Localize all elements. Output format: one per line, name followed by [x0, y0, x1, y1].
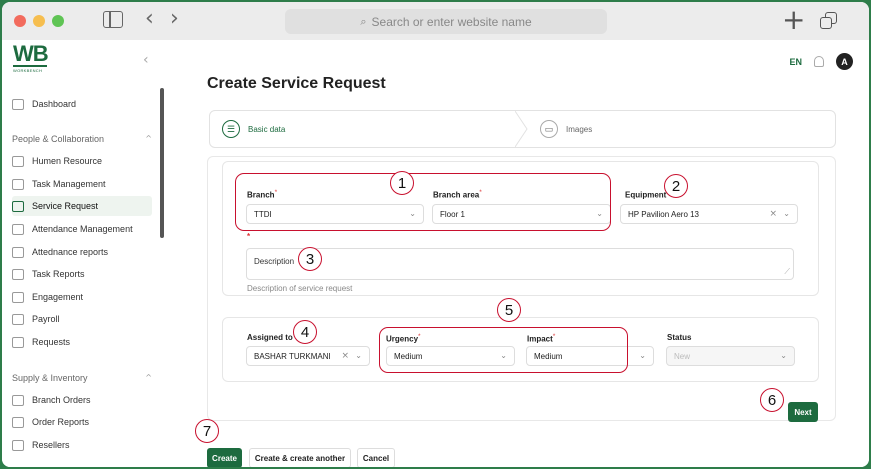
equipment-label: Equipment* — [625, 189, 669, 200]
step-separator — [515, 111, 528, 147]
edit-icon — [12, 336, 24, 348]
page-title: Create Service Request — [207, 75, 386, 92]
maximize-window-button[interactable] — [52, 15, 64, 27]
close-window-button[interactable] — [14, 15, 26, 27]
payroll-icon — [12, 313, 24, 325]
sidebar-section-supply[interactable]: Supply & Inventory ^ — [12, 373, 152, 383]
status-select: New ⌄ — [666, 346, 795, 366]
sidebar-item-requests[interactable]: Requests — [12, 332, 152, 352]
sidebar-item-task-reports[interactable]: Task Reports — [12, 264, 152, 284]
url-placeholder: Search or enter website name — [371, 14, 532, 29]
description-help: Description of service request — [247, 284, 353, 293]
browser-toolbar: ‹ › ⌕ Search or enter website name + — [2, 2, 869, 40]
assigned-to-label: Assigned to — [247, 333, 293, 342]
sidebar-item-attendance-reports[interactable]: Attednance reports — [12, 242, 152, 262]
sidebar-toggle-icon[interactable] — [103, 11, 123, 28]
annotation-marker-3: 3 — [298, 247, 322, 271]
url-bar[interactable]: ⌕ Search or enter website name — [285, 9, 607, 34]
clipboard-icon — [12, 178, 24, 190]
cancel-button[interactable]: Cancel — [357, 448, 395, 467]
sidebar-item-resellers[interactable]: Resellers — [12, 435, 152, 455]
collapse-sidebar-icon[interactable]: ‹ — [143, 52, 149, 68]
sidebar-item-task-management[interactable]: Task Management — [12, 174, 152, 194]
clear-icon[interactable]: × — [341, 351, 349, 361]
annotation-marker-5: 5 — [497, 298, 521, 322]
minimize-window-button[interactable] — [33, 15, 45, 27]
sidebar-item-engagement[interactable]: Engagement — [12, 287, 152, 307]
create-button[interactable]: Create — [207, 448, 242, 467]
assigned-to-select[interactable]: BASHAR TURKMANI × ⌄ — [246, 346, 370, 366]
description-textarea[interactable]: Description ⟋ — [246, 248, 794, 280]
store-icon — [12, 439, 24, 451]
tools-icon — [12, 200, 24, 212]
people-icon — [12, 155, 24, 167]
sidebar-item-service-request[interactable]: Service Request — [12, 196, 152, 216]
description-required-mark: * — [247, 232, 251, 241]
app-content: WB WORKBENCH ‹ EN A Dashboard People & C… — [2, 40, 869, 467]
image-icon: ▭ — [540, 120, 558, 138]
sidebar-item-payroll[interactable]: Payroll — [12, 309, 152, 329]
home-icon — [12, 98, 24, 110]
search-icon: ⌕ — [360, 14, 367, 28]
step-basic-data[interactable]: ☰ Basic data — [222, 111, 285, 147]
language-switch[interactable]: EN — [789, 57, 802, 67]
chevron-down-icon: ⌄ — [783, 209, 790, 218]
equipment-select[interactable]: HP Pavilion Aero 13 × ⌄ — [620, 204, 798, 224]
annotation-marker-6: 6 — [760, 388, 784, 412]
clock-icon — [12, 223, 24, 235]
sidebar-section-people[interactable]: People & Collaboration ^ — [12, 134, 152, 144]
clear-icon[interactable]: × — [769, 209, 777, 219]
steps-bar: ☰ Basic data ▭ Images — [209, 110, 836, 148]
status-label: Status — [667, 333, 692, 342]
header-actions: EN A — [789, 53, 853, 70]
chevron-down-icon: ⌄ — [355, 351, 362, 360]
megaphone-icon — [12, 291, 24, 303]
sidebar-item-attendance-management[interactable]: Attendance Management — [12, 219, 152, 239]
sidebar-item-order-reports[interactable]: Order Reports — [12, 412, 152, 432]
sidebar-item-branch-orders[interactable]: Branch Orders — [12, 390, 152, 410]
workbench-logo[interactable]: WB WORKBENCH — [13, 43, 53, 74]
sidebar-item-dashboard[interactable]: Dashboard — [12, 94, 152, 114]
resize-handle-icon[interactable]: ⟋ — [784, 267, 790, 277]
new-tab-icon[interactable]: + — [782, 4, 805, 36]
bag-icon — [12, 394, 24, 406]
chevron-up-icon: ^ — [145, 134, 152, 143]
sidebar-item-humen-resource[interactable]: Humen Resource — [12, 151, 152, 171]
create-and-create-another-button[interactable]: Create & create another — [249, 448, 351, 467]
annotation-box-1 — [235, 173, 611, 231]
report-icon — [12, 268, 24, 280]
chevron-up-icon: ^ — [145, 373, 152, 382]
report-icon — [12, 246, 24, 258]
annotation-marker-1: 1 — [390, 171, 414, 195]
step-images[interactable]: ▭ Images — [540, 111, 592, 147]
avatar[interactable]: A — [836, 53, 853, 70]
annotation-marker-4: 4 — [293, 320, 317, 344]
bell-icon[interactable] — [814, 56, 824, 67]
bag-icon — [12, 416, 24, 428]
annotation-box-5 — [379, 327, 628, 373]
list-icon: ☰ — [222, 120, 240, 138]
chevron-down-icon: ⌄ — [639, 351, 646, 360]
forward-icon[interactable]: › — [170, 7, 179, 31]
back-icon[interactable]: ‹ — [145, 7, 154, 31]
annotation-marker-7: 7 — [195, 419, 219, 443]
browser-window: ‹ › ⌕ Search or enter website name + WB … — [0, 0, 871, 469]
tab-overview-icon[interactable] — [820, 12, 837, 29]
sidebar-scrollbar[interactable] — [160, 88, 164, 238]
next-button[interactable]: Next — [788, 402, 818, 422]
annotation-marker-2: 2 — [664, 174, 688, 198]
sidebar: Dashboard People & Collaboration ^ Humen… — [2, 86, 162, 467]
chevron-down-icon: ⌄ — [780, 351, 787, 360]
